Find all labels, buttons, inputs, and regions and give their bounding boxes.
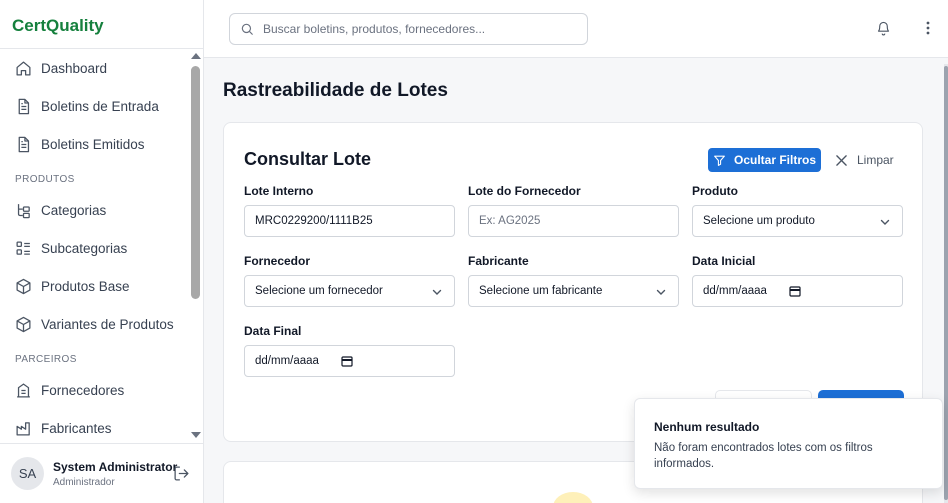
filter-icon (714, 155, 725, 166)
user-name: System Administrator (53, 459, 178, 474)
document-icon (18, 98, 30, 114)
factory-icon (16, 421, 30, 436)
sidebar-item-label: Boletins de Entrada (41, 98, 159, 114)
chevron-down-icon (880, 219, 890, 225)
scroll-down-arrow-icon[interactable] (191, 432, 201, 438)
data-final-value: dd/mm/aaaa (255, 355, 319, 367)
lote-interno-label: Lote Interno (244, 184, 314, 198)
fabricante-label: Fabricante (468, 254, 529, 268)
data-inicial-value: dd/mm/aaaa (703, 285, 767, 297)
lote-fornecedor-label: Lote do Fornecedor (468, 184, 581, 198)
data-final-input[interactable]: dd/mm/aaaa (244, 345, 455, 377)
main-scroll-thumb[interactable] (944, 66, 948, 500)
sidebar-item-label: Fabricantes (41, 420, 112, 436)
produto-label: Produto (692, 184, 738, 198)
user-info: System Administrator Administrador (53, 460, 177, 488)
box-icon (16, 316, 31, 332)
user-profile: SA System Administrator Administrador (0, 443, 203, 503)
user-role: Administrador (53, 476, 115, 488)
sidebar-section-parceiros: PARCEIROS (15, 354, 77, 365)
data-inicial-input[interactable]: dd/mm/aaaa (692, 275, 903, 307)
sidebar-nav: Dashboard Boletins de Entrada Boletins E… (0, 49, 190, 442)
calendar-icon[interactable] (789, 285, 801, 297)
toast-notification: Nenhum resultado Não foram encontrados l… (634, 398, 943, 489)
more-vertical-icon[interactable] (923, 20, 933, 36)
sidebar-item-label: Dashboard (41, 60, 108, 76)
brand-logo[interactable]: CertQuality (0, 0, 203, 49)
fabricante-select[interactable]: Selecione um fabricante (468, 275, 679, 307)
search-icon (241, 23, 253, 35)
sidebar-item-label: Produtos Base (41, 278, 130, 294)
page-title: Rastreabilidade de Lotes (223, 80, 448, 101)
search-box[interactable] (229, 13, 588, 45)
sidebar-item-boletins-emitidos[interactable]: Boletins Emitidos (0, 125, 190, 163)
scroll-thumb[interactable] (191, 66, 200, 299)
building-icon (17, 382, 30, 398)
hide-filters-label: Ocultar Filtros (733, 153, 816, 167)
close-icon (836, 154, 847, 166)
logout-icon[interactable] (173, 465, 190, 482)
bell-icon[interactable] (876, 20, 891, 36)
hide-filters-button[interactable]: Ocultar Filtros (708, 148, 821, 172)
sidebar-item-variantes[interactable]: Variantes de Produtos (0, 305, 190, 343)
sidebar-item-label: Variantes de Produtos (41, 316, 174, 332)
sidebar-item-dashboard[interactable]: Dashboard (0, 49, 190, 87)
avatar[interactable]: SA (11, 457, 44, 490)
sidebar-item-label: Categorias (41, 202, 107, 218)
produto-value: Selecione um produto (703, 215, 815, 227)
sidebar-item-produtos-base[interactable]: Produtos Base (0, 267, 190, 305)
document-icon (18, 136, 30, 152)
sidebar-item-fornecedores[interactable]: Fornecedores (0, 371, 190, 409)
lote-fornecedor-placeholder: Ex: AG2025 (479, 215, 541, 227)
filter-card: Consultar Lote Ocultar Filtros Limpar Lo… (223, 122, 923, 442)
chevron-down-icon (656, 289, 666, 295)
list-icon (16, 240, 30, 255)
fornecedor-label: Fornecedor (244, 254, 311, 268)
chevron-down-icon (432, 289, 442, 295)
search-input[interactable] (263, 22, 563, 36)
toast-message: Não foram encontrados lotes com os filtr… (654, 442, 873, 470)
produto-select[interactable]: Selecione um produto (692, 205, 903, 237)
sidebar-item-label: Subcategorias (41, 240, 128, 256)
fornecedor-select[interactable]: Selecione um fornecedor (244, 275, 455, 307)
sidebar-item-boletins-entrada[interactable]: Boletins de Entrada (0, 87, 190, 125)
calendar-icon[interactable] (341, 355, 353, 367)
sidebar-section-produtos: PRODUTOS (15, 174, 75, 185)
home-icon (16, 60, 31, 76)
clear-button[interactable]: Limpar (836, 149, 894, 171)
sidebar-item-fabricantes[interactable]: Fabricantes (0, 409, 190, 442)
category-tree-icon (17, 203, 30, 218)
card-title: Consultar Lote (244, 149, 372, 169)
data-final-label: Data Final (244, 324, 302, 338)
fornecedor-value: Selecione um fornecedor (255, 285, 383, 297)
scroll-up-arrow-icon[interactable] (191, 53, 201, 59)
top-bar (204, 0, 948, 58)
sidebar: CertQuality Dashboard Boletins de Entrad… (0, 0, 204, 503)
sidebar-item-label: Boletins Emitidos (41, 136, 145, 152)
lote-interno-input[interactable]: MRC0229200/1111B25 (244, 205, 455, 237)
sidebar-item-subcategorias[interactable]: Subcategorias (0, 229, 190, 267)
toast-title: Nenhum resultado (654, 420, 760, 434)
lote-interno-value: MRC0229200/1111B25 (255, 215, 373, 227)
lote-fornecedor-input[interactable]: Ex: AG2025 (468, 205, 679, 237)
sidebar-item-categorias[interactable]: Categorias (0, 191, 190, 229)
sidebar-scrollbar[interactable] (190, 50, 202, 442)
sidebar-item-label: Fornecedores (41, 382, 125, 398)
clear-label: Limpar (857, 153, 894, 167)
fabricante-value: Selecione um fabricante (479, 285, 603, 297)
box-icon (16, 278, 31, 294)
data-inicial-label: Data Inicial (692, 254, 756, 268)
